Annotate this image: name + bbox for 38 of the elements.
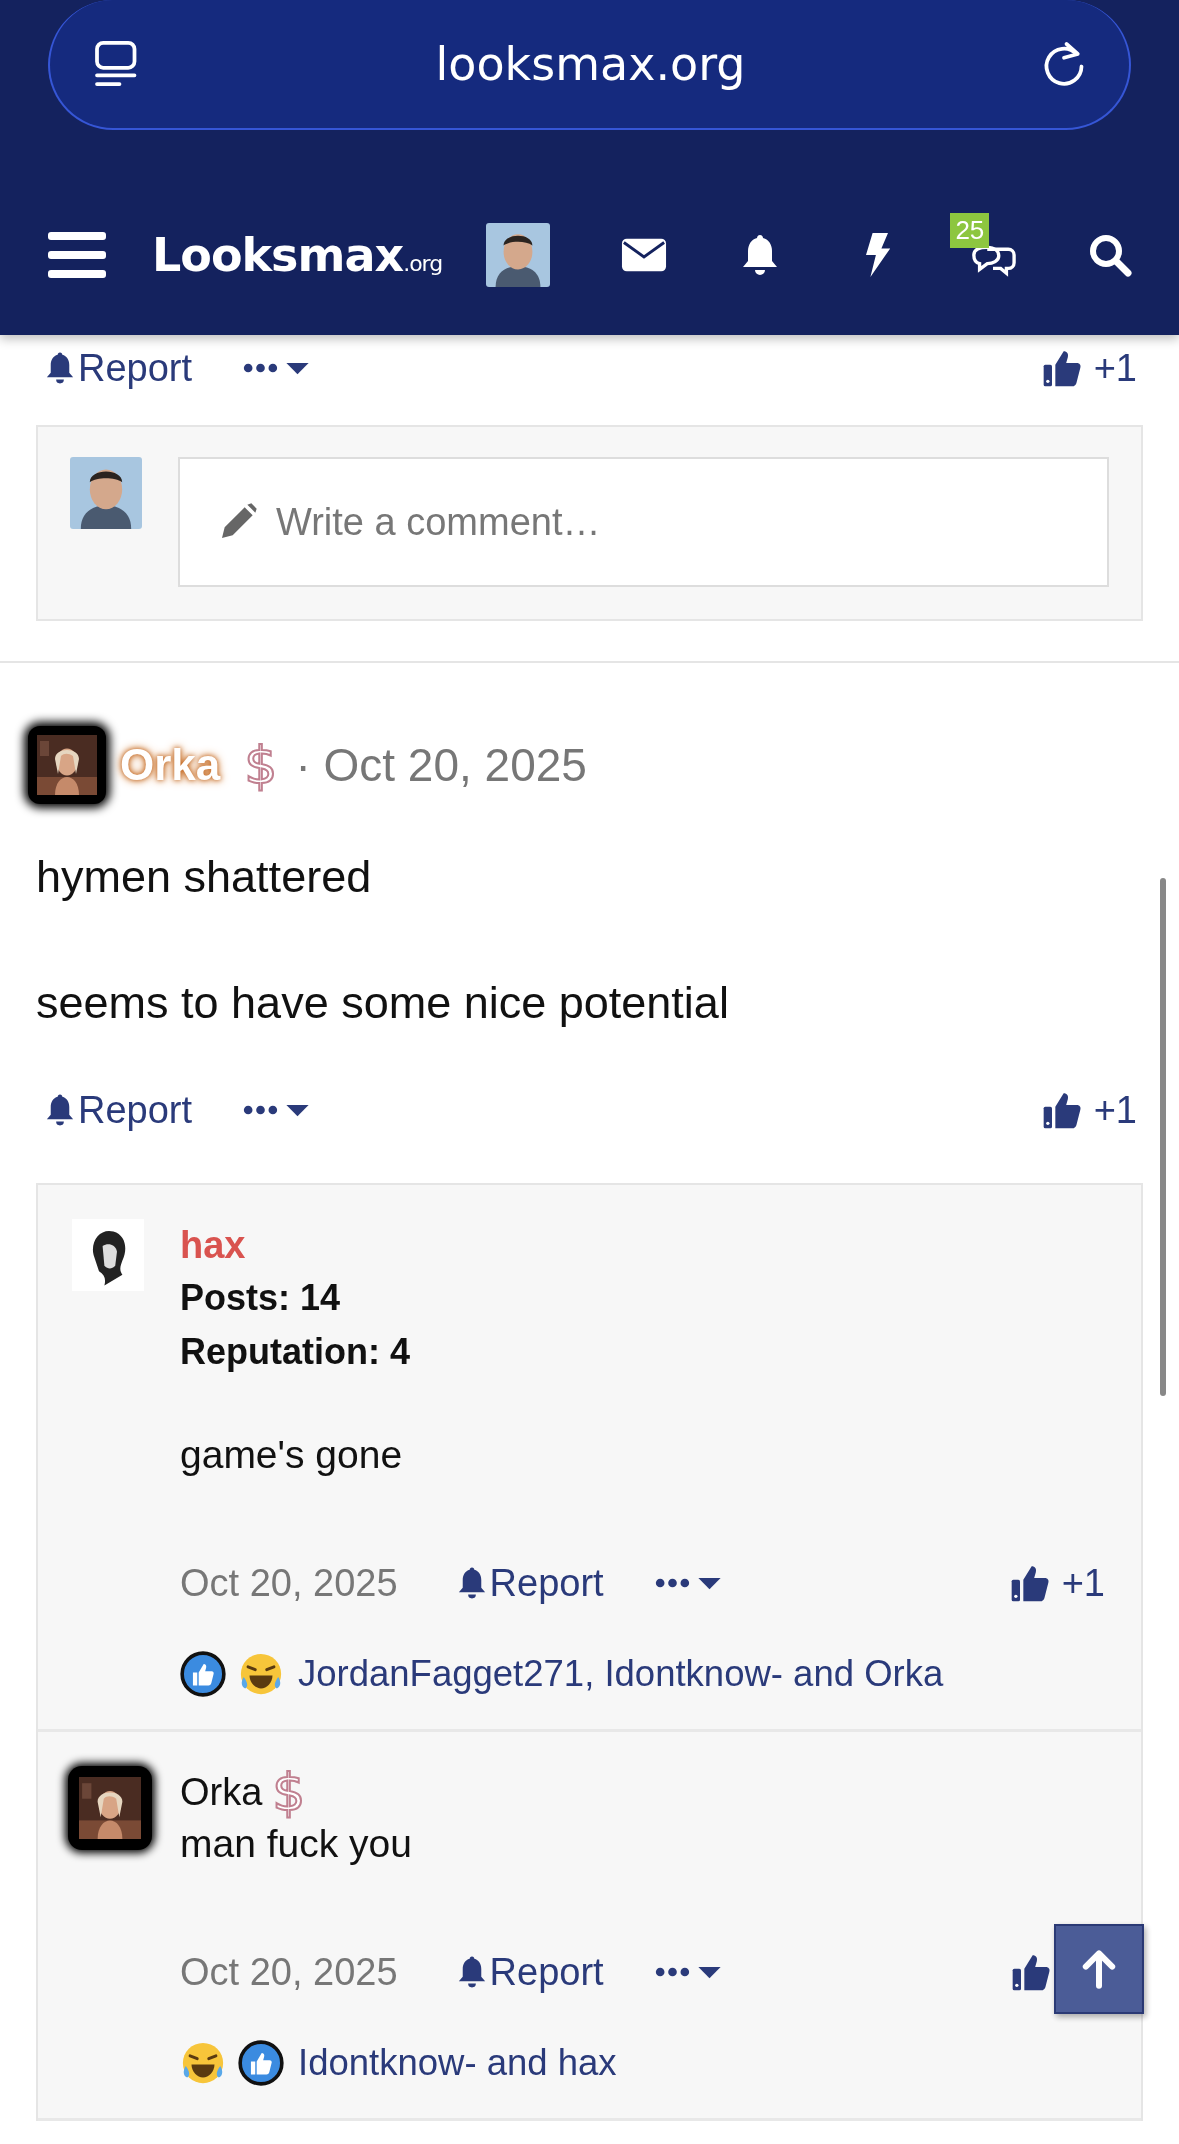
avatar[interactable] xyxy=(486,223,551,287)
reaction-list-link[interactable]: JordanFagget271, Idontknow- and Orka xyxy=(298,1653,944,1695)
url-text: looksmax.org xyxy=(434,37,747,91)
like-button[interactable]: +1 xyxy=(1041,1088,1137,1132)
posts-count: Posts: 14 xyxy=(180,1276,342,1320)
comment-text: game's gone xyxy=(180,1432,404,1478)
thumbs-up-icon xyxy=(1009,1563,1050,1603)
menu-icon[interactable] xyxy=(48,230,106,280)
report-button[interactable]: Report xyxy=(44,346,193,390)
author-name[interactable]: Orka xyxy=(180,1770,263,1814)
thumbs-up-icon xyxy=(1041,348,1082,388)
thumbs-up-icon xyxy=(1011,1952,1051,1992)
author-name[interactable]: hax xyxy=(180,1223,246,1267)
post-text: seems to have some nice potential xyxy=(36,979,730,1027)
avatar xyxy=(70,457,142,529)
site-logo[interactable]: Looksmax.org xyxy=(152,228,443,282)
dollar-sign: $ xyxy=(244,735,278,795)
reputation-count: Reputation: 4 xyxy=(180,1330,411,1374)
like-button[interactable] xyxy=(1011,1952,1051,1992)
post-text: hymen shattered xyxy=(36,853,373,901)
avatar xyxy=(72,1219,144,1291)
comment-date[interactable]: Oct 20, 2025 xyxy=(180,1950,398,1994)
reaction-list-link[interactable]: Idontknow- and hax xyxy=(298,2042,617,2084)
address-bar[interactable]: looksmax.org xyxy=(48,0,1131,130)
comment-field[interactable]: Write a comment… xyxy=(178,457,1109,587)
report-button[interactable]: Report xyxy=(455,1950,604,1994)
author-name[interactable]: Orka xyxy=(106,728,235,802)
scroll-to-top-button[interactable] xyxy=(1054,1924,1144,2014)
like-button[interactable]: +1 xyxy=(1009,1561,1105,1605)
like-button[interactable]: +1 xyxy=(1041,346,1137,390)
comment-date[interactable]: Oct 20, 2025 xyxy=(180,1561,398,1605)
thumbs-up-icon xyxy=(1041,1090,1082,1130)
report-button[interactable]: Report xyxy=(44,1088,193,1132)
report-button[interactable]: Report xyxy=(455,1561,604,1605)
notification-count: 25 xyxy=(950,213,990,248)
post-date[interactable]: · Oct 20, 2025 xyxy=(295,738,587,792)
comment-text: man fuck you xyxy=(180,1821,413,1867)
dollar-sign: $ xyxy=(272,1762,306,1822)
